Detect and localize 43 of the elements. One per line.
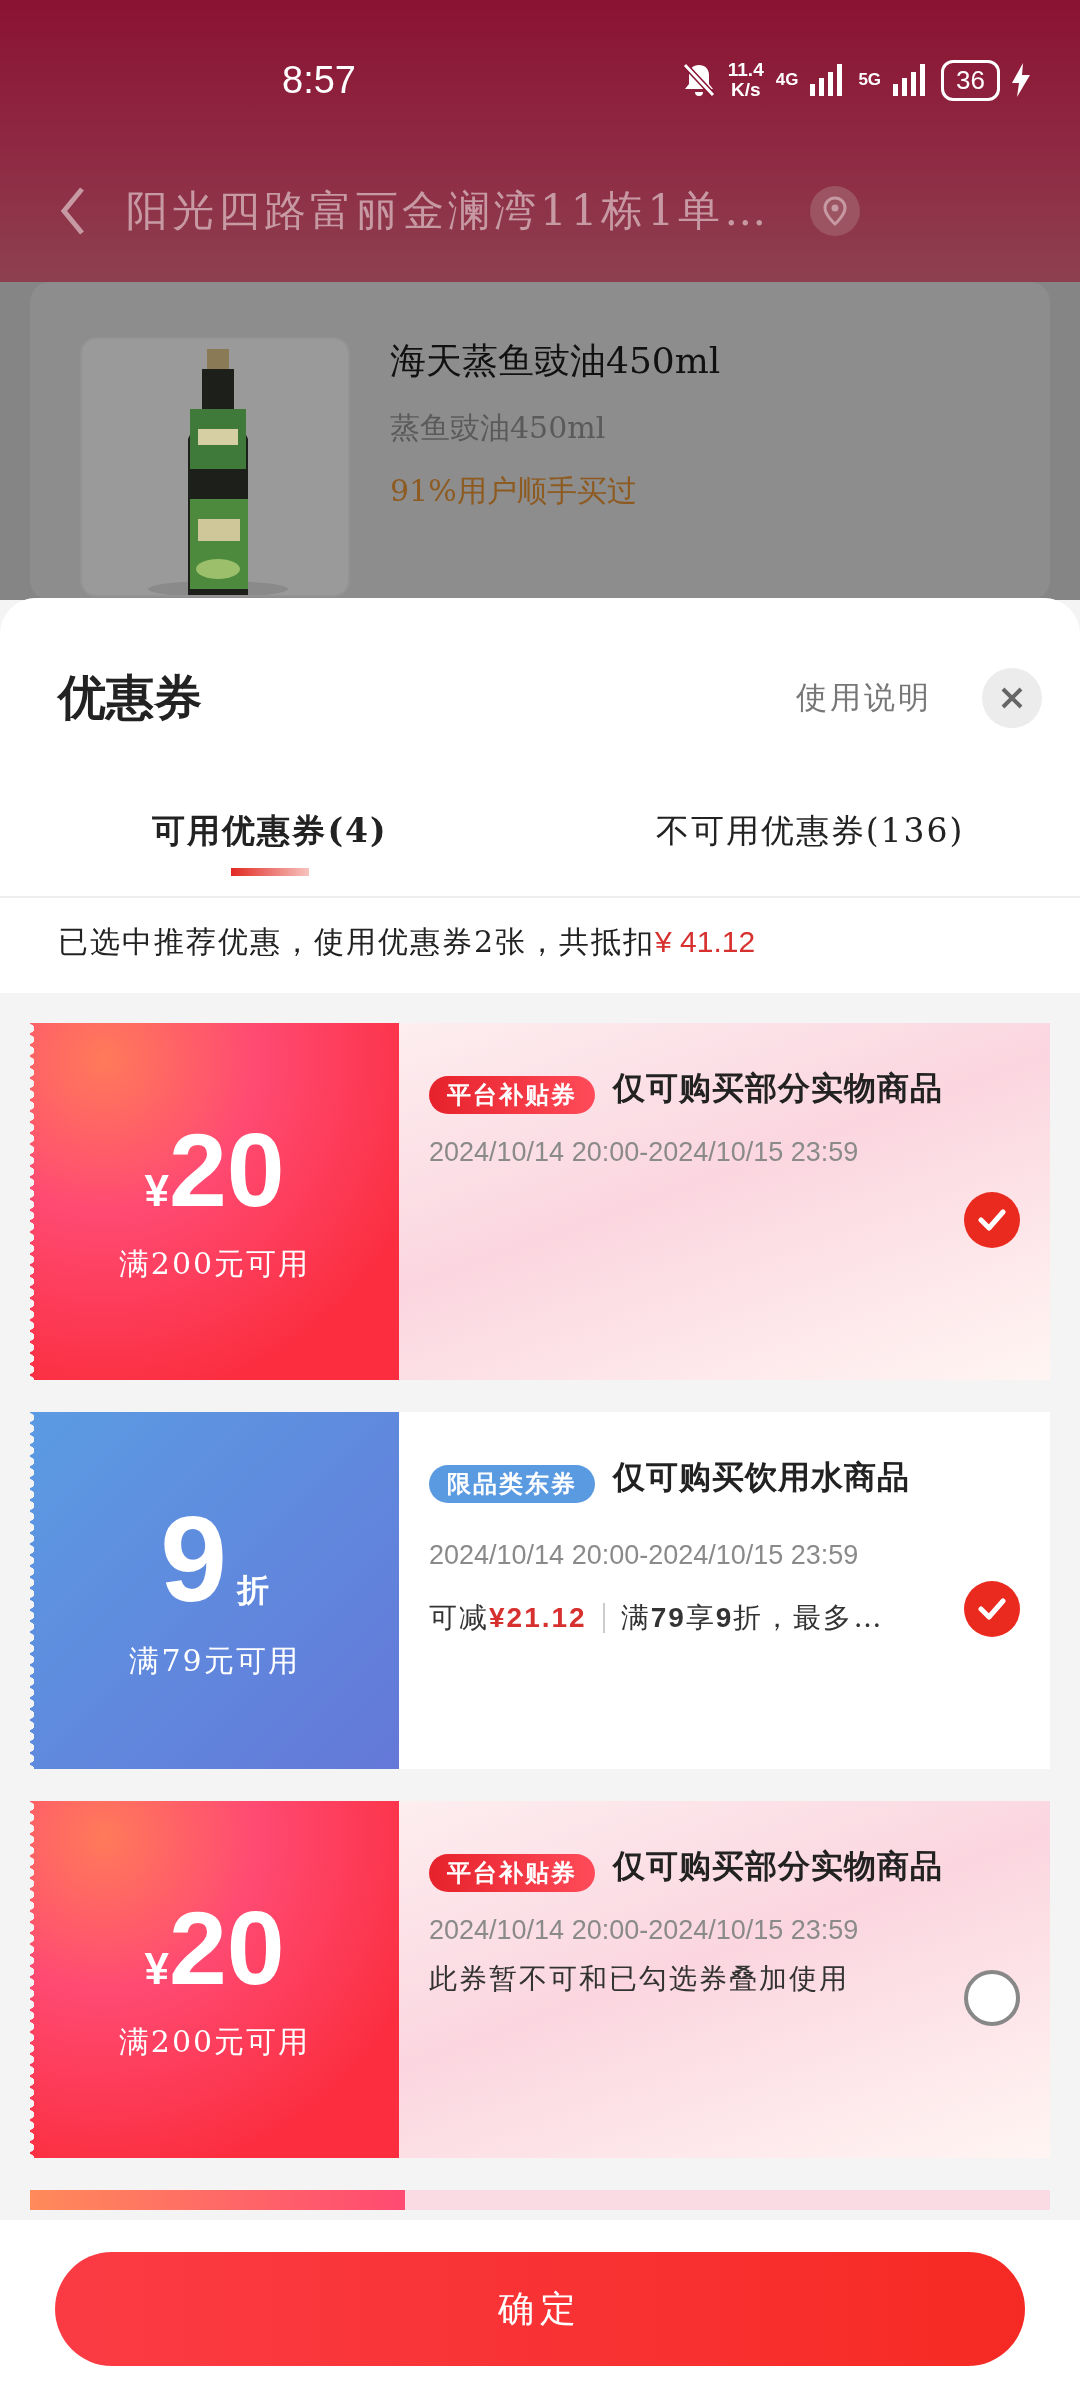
coupon-tab[interactable]: 不可用优惠券(136): [540, 808, 1080, 876]
purchase-hint: 91%用户顺手买过: [390, 472, 638, 510]
charging-icon: [1012, 63, 1030, 97]
coupon-title: 仅可购买部分实物商品: [613, 1069, 943, 1107]
coupon-validity: 2024/10/14 20:00-2024/10/15 23:59: [429, 1915, 860, 1946]
coupon-value: 9: [160, 1499, 227, 1619]
network-type: 4G: [775, 70, 799, 90]
coupon-checkbox[interactable]: [964, 1969, 1020, 2026]
product-name: 海天蒸鱼豉油450ml: [390, 339, 721, 383]
coupon-condition: 满200元可用: [118, 1245, 311, 1283]
bell-off-icon: [681, 62, 716, 98]
coupon-validity: 2024/10/14 20:00-2024/10/15 23:59: [429, 1540, 860, 1571]
coupon-note: 满79享9折，最多…: [620, 1600, 884, 1636]
delivery-address: 阳光四路富丽金澜湾11栋1单…: [126, 185, 771, 237]
coupon-note: 此券暂不可和已勾选券叠加使用: [429, 1961, 849, 1997]
currency-symbol: ¥: [144, 1944, 169, 1994]
discount-summary: 已选中推荐优惠，使用优惠券2张，共抵扣¥ 41.12: [0, 898, 1080, 993]
coupon-value: 20: [168, 1118, 285, 1222]
location-pin-icon[interactable]: [810, 186, 861, 236]
coupon-note: 可减¥21.12: [429, 1600, 587, 1636]
coupon-tab[interactable]: 可用优惠券(4): [0, 808, 540, 876]
check-icon: [978, 1597, 1006, 1620]
sheet-title: 优惠券: [58, 668, 202, 727]
coupon-value: 20: [168, 1896, 285, 2000]
back-icon[interactable]: [60, 186, 86, 236]
coupon-type-badge: 平台补贴券: [429, 1075, 595, 1114]
discount-unit: 折: [236, 1570, 269, 1611]
close-icon: [1000, 686, 1024, 710]
currency-symbol: ¥: [144, 1166, 169, 1216]
usage-instructions-link[interactable]: 使用说明: [796, 677, 932, 719]
network-type: 5G: [858, 70, 882, 90]
coupon-type-badge: 限品类东券: [429, 1464, 595, 1503]
network-speed: 11.4 K/s: [727, 60, 764, 100]
confirm-button[interactable]: 确定: [55, 2252, 1025, 2366]
coupon-validity: 2024/10/14 20:00-2024/10/15 23:59: [429, 1137, 860, 1168]
coupon-condition: 满79元可用: [129, 1642, 300, 1680]
coupon-title: 仅可购买饮用水商品: [613, 1458, 910, 1496]
status-time: 8:57: [282, 58, 356, 102]
coupon-title: 仅可购买部分实物商品: [613, 1847, 943, 1885]
battery-level: 36: [941, 59, 1000, 101]
coupon-condition: 满200元可用: [118, 2023, 311, 2061]
coupon-type-badge: 平台补贴券: [429, 1853, 595, 1892]
check-icon: [978, 1208, 1006, 1231]
